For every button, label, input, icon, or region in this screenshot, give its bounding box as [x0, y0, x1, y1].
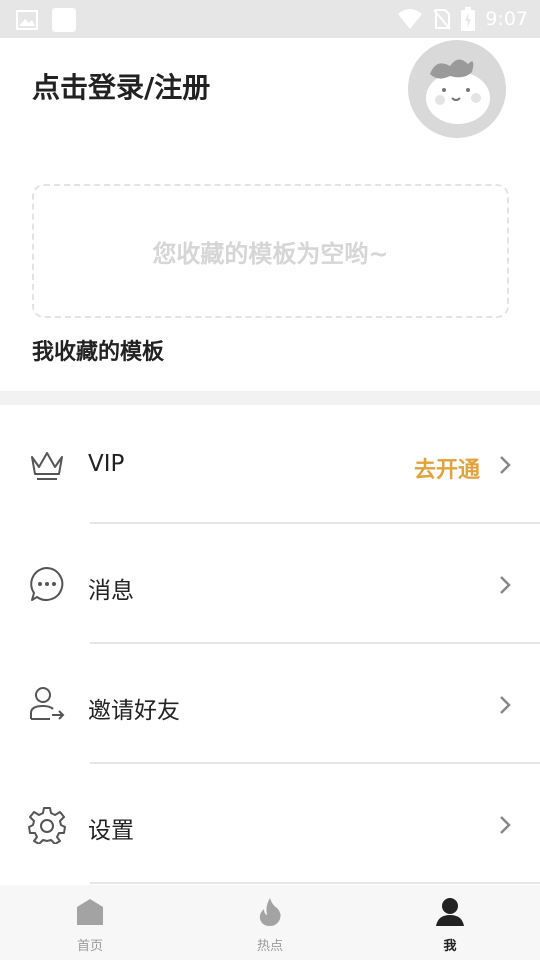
- nav-tab-home[interactable]: 首页: [0, 885, 180, 960]
- vip-activate-link[interactable]: 去开通: [414, 452, 480, 484]
- menu-label-vip: VIP: [88, 451, 125, 477]
- flame-icon: [259, 898, 281, 926]
- menu-label-settings: 设置: [88, 818, 134, 844]
- gear-icon: [28, 807, 66, 844]
- section-divider: [0, 391, 540, 405]
- nav-label-me: 我: [443, 939, 457, 954]
- chevron-right-icon: [500, 456, 511, 474]
- wifi-icon: [398, 9, 423, 29]
- menu-label-messages: 消息: [88, 578, 134, 604]
- no-sim-icon: [433, 9, 452, 30]
- login-register-link[interactable]: 点击登录/注册: [32, 66, 210, 106]
- favorites-empty-box: 您收藏的模板为空哟~: [32, 184, 509, 318]
- chevron-right-icon: [500, 816, 511, 834]
- chevron-right-icon: [500, 576, 511, 594]
- person-icon: [436, 898, 464, 926]
- invite-user-icon: [30, 687, 65, 720]
- menu-divider: [90, 882, 540, 884]
- image-icon: [16, 10, 38, 30]
- menu-divider: [90, 522, 540, 524]
- menu-item-settings[interactable]: 设置: [0, 765, 540, 885]
- chat-bubble-icon: [30, 567, 64, 601]
- crown-icon: [31, 452, 63, 480]
- nav-tab-hot[interactable]: 热点: [180, 885, 360, 960]
- nav-label-hot: 热点: [256, 939, 283, 954]
- chevron-right-icon: [500, 696, 511, 714]
- battery-charging-icon: [461, 7, 476, 31]
- home-icon: [77, 899, 103, 925]
- nav-label-home: 首页: [76, 939, 103, 954]
- cartoon-avatar-icon: [426, 59, 490, 124]
- avatar[interactable]: [408, 40, 506, 138]
- app-icon: [52, 8, 76, 32]
- favorites-title: 我收藏的模板: [32, 340, 165, 365]
- menu-label-invite-friends: 邀请好友: [88, 698, 180, 724]
- menu-divider: [90, 762, 540, 764]
- menu-item-messages[interactable]: 消息: [0, 525, 540, 645]
- menu-item-invite-friends[interactable]: 邀请好友: [0, 645, 540, 765]
- menu-divider: [90, 642, 540, 644]
- menu-item-vip[interactable]: VIP 去开通: [0, 405, 540, 525]
- status-bar: 9:07: [0, 0, 540, 38]
- bottom-nav: 首页 热点 我: [0, 885, 540, 960]
- favorites-empty-text: 您收藏的模板为空哟~: [152, 239, 389, 268]
- status-time: 9:07: [485, 8, 528, 30]
- nav-tab-me[interactable]: 我: [360, 885, 540, 960]
